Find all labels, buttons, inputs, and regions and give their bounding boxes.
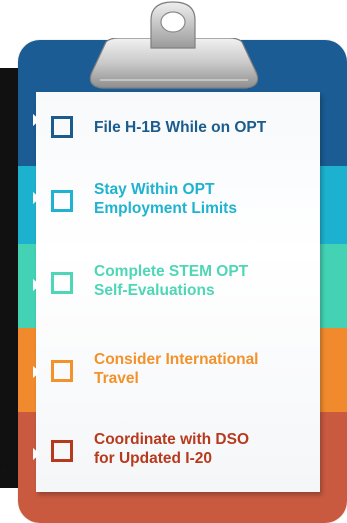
- checkbox[interactable]: [51, 116, 73, 138]
- checklist-label: Coordinate with DSO for Updated I-20: [94, 431, 249, 467]
- arrow-icon: [33, 192, 40, 204]
- checkbox[interactable]: [51, 360, 73, 382]
- arrow-icon: [33, 279, 40, 291]
- arrow-icon: [33, 366, 40, 378]
- checklist-item: Complete STEM OPT Self-Evaluations: [48, 262, 318, 306]
- checklist-item: Stay Within OPT Employment Limits: [48, 180, 318, 224]
- checklist-item: Consider International Travel: [48, 350, 318, 394]
- checklist-item: File H-1B While on OPT: [48, 116, 318, 140]
- checklist-label: Stay Within OPT Employment Limits: [94, 181, 237, 217]
- checkbox[interactable]: [51, 190, 73, 212]
- checklist-label: File H-1B While on OPT: [94, 119, 267, 136]
- checklist-item: Coordinate with DSO for Updated I-20: [48, 430, 318, 474]
- arrow-icon: [33, 114, 40, 126]
- checkbox[interactable]: [51, 440, 73, 462]
- clip-ring-icon: [150, 1, 196, 49]
- clipboard-infographic: T N: [0, 0, 347, 523]
- arrow-icon: [33, 448, 40, 460]
- checkbox[interactable]: [51, 272, 73, 294]
- checklist-label: Complete STEM OPT Self-Evaluations: [94, 263, 249, 299]
- left-fragment-n: N: [0, 461, 8, 473]
- checklist-label: Consider International Travel: [94, 351, 259, 387]
